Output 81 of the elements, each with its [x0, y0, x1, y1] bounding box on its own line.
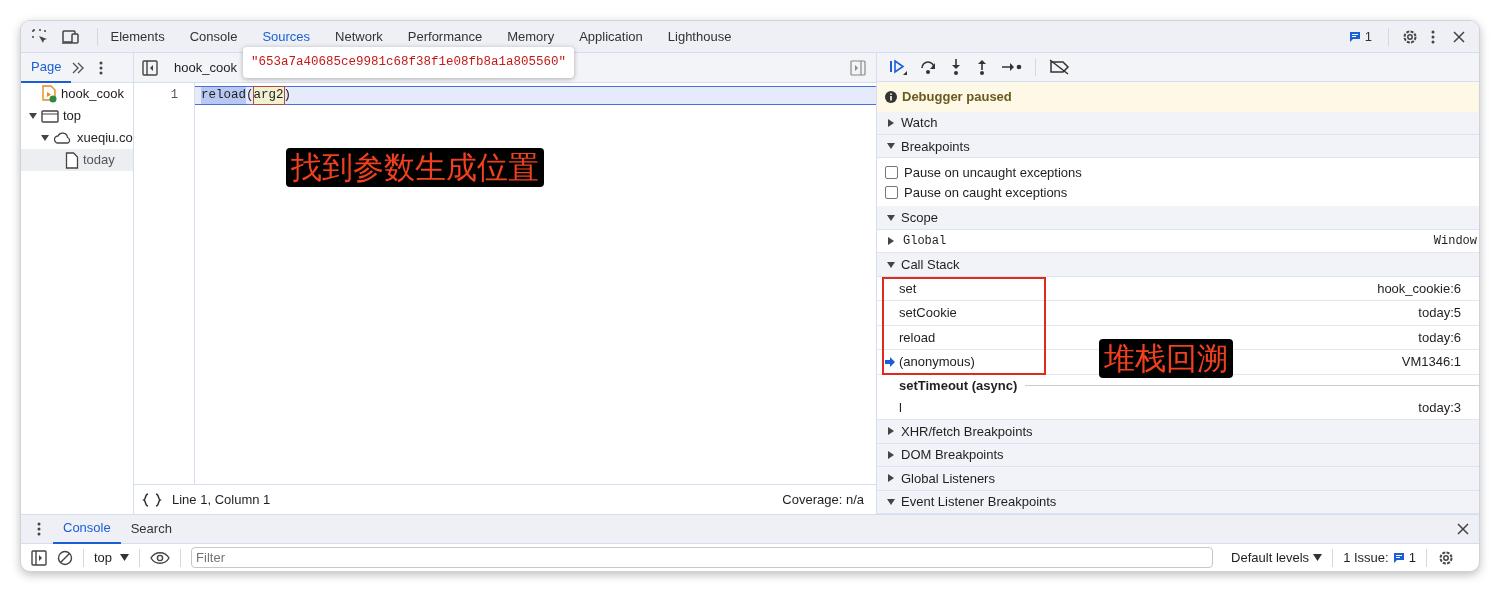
caret-icon	[1313, 554, 1323, 561]
expand-arrow-icon[interactable]	[887, 497, 895, 506]
more-options-icon[interactable]	[1431, 29, 1435, 44]
section-header[interactable]: Call Stack	[877, 253, 1479, 277]
toggle-navigator-icon[interactable]	[142, 59, 158, 76]
tree-item[interactable]: today	[21, 149, 133, 171]
message-icon	[1392, 551, 1405, 564]
issues-button[interactable]: 1 Issue: 1	[1343, 547, 1416, 568]
more-options-icon[interactable]	[37, 522, 41, 536]
resume-icon[interactable]	[889, 59, 907, 76]
collapse-arrow-icon[interactable]	[887, 474, 895, 483]
value-tooltip: "653a7a40685ce9981c68f38f1e08fb8a1a805560"	[243, 47, 575, 78]
step-over-icon[interactable]	[919, 59, 937, 76]
info-icon	[885, 90, 897, 103]
context-dropdown[interactable]: top	[94, 547, 130, 568]
section-header[interactable]: Event Listener Breakpoints	[877, 490, 1479, 514]
eye-icon[interactable]	[150, 550, 171, 565]
call-frame-name[interactable]: l	[899, 398, 902, 418]
coverage-text: Coverage: n/a	[782, 490, 864, 509]
section-header[interactable]: Scope	[877, 206, 1479, 230]
annotation-label: 找到参数生成位置	[286, 148, 544, 187]
tree-item[interactable]: top	[21, 105, 133, 127]
collapse-arrow-icon[interactable]	[887, 450, 895, 459]
drawer-tab[interactable]: Search	[120, 514, 182, 544]
filter-field[interactable]: Filter	[191, 547, 1214, 568]
close-icon[interactable]	[1453, 30, 1465, 43]
section-header[interactable]: DOM Breakpoints	[877, 443, 1479, 468]
annotation-label: 堆栈回溯	[1099, 338, 1233, 378]
collapse-arrow-icon[interactable]	[887, 118, 895, 127]
panel-tab[interactable]: Lighthouse	[655, 21, 744, 53]
more-tabs-icon[interactable]	[71, 61, 86, 74]
expand-arrow-icon[interactable]	[887, 142, 895, 151]
call-frame-name[interactable]: (anonymous)	[899, 352, 975, 372]
call-frame-name[interactable]: set	[899, 278, 917, 299]
frame-location[interactable]: VM1346:1	[1401, 352, 1461, 372]
expand-arrow-icon[interactable]	[29, 112, 37, 120]
paused-message: Debugger paused	[902, 88, 1012, 107]
tree-item[interactable]: xueqiu.co	[21, 127, 133, 149]
cursor-position: Line 1, Column 1	[172, 490, 271, 509]
toggle-debugger-icon[interactable]	[850, 59, 866, 76]
checkbox-label: Pause on caught exceptions	[904, 183, 1068, 202]
collapse-arrow-icon[interactable]	[887, 237, 895, 246]
cloud-icon	[53, 131, 73, 145]
frame-icon	[41, 109, 59, 123]
clear-console-icon[interactable]	[57, 549, 73, 566]
device-toolbar-icon[interactable]	[61, 27, 81, 46]
frame-location[interactable]: today:5	[1418, 303, 1461, 323]
expand-arrow-icon[interactable]	[887, 260, 895, 269]
line-number: 1	[169, 87, 178, 104]
close-icon[interactable]	[1457, 523, 1469, 535]
file-icon	[65, 151, 79, 169]
expand-arrow-icon[interactable]	[887, 213, 895, 222]
section-header[interactable]: Breakpoints	[877, 135, 1479, 159]
pretty-print-icon[interactable]	[142, 492, 162, 507]
deactivate-breakpoints-icon[interactable]	[1048, 59, 1070, 76]
collapse-arrow-icon[interactable]	[887, 427, 895, 436]
async-label: setTimeout (async)	[899, 376, 1018, 395]
frame-location[interactable]: today:6	[1418, 327, 1461, 348]
checkbox[interactable]	[885, 186, 898, 199]
section-header[interactable]: Watch	[877, 111, 1479, 136]
call-frame-name[interactable]: reload	[899, 327, 936, 348]
checkbox[interactable]	[885, 166, 898, 179]
log-levels-dropdown[interactable]: Default levels	[1231, 547, 1323, 568]
script-file-icon	[41, 85, 57, 103]
call-frame-name[interactable]: setCookie	[899, 303, 957, 323]
expand-arrow-icon[interactable]	[41, 134, 49, 142]
issues-button[interactable]: 1	[1348, 26, 1372, 47]
drawer-tab[interactable]: Console	[53, 514, 121, 544]
section-header[interactable]: XHR/fetch Breakpoints	[877, 420, 1479, 444]
panel-tab[interactable]: Elements	[98, 21, 178, 53]
more-options-icon[interactable]	[99, 60, 104, 75]
caret-icon	[120, 554, 130, 561]
frame-location[interactable]: hook_cookie:6	[1377, 278, 1461, 299]
current-frame-arrow-icon	[885, 357, 895, 368]
message-icon	[1348, 30, 1361, 43]
sidebar-toggle-icon[interactable]	[31, 549, 47, 566]
frame-location[interactable]: today:3	[1418, 398, 1461, 418]
section-header[interactable]: Global Listeners	[877, 467, 1479, 491]
file-tab[interactable]: hook_cook	[174, 57, 237, 78]
tree-item[interactable]: hook_cook	[21, 83, 133, 105]
checkbox-label: Pause on uncaught exceptions	[904, 163, 1082, 182]
